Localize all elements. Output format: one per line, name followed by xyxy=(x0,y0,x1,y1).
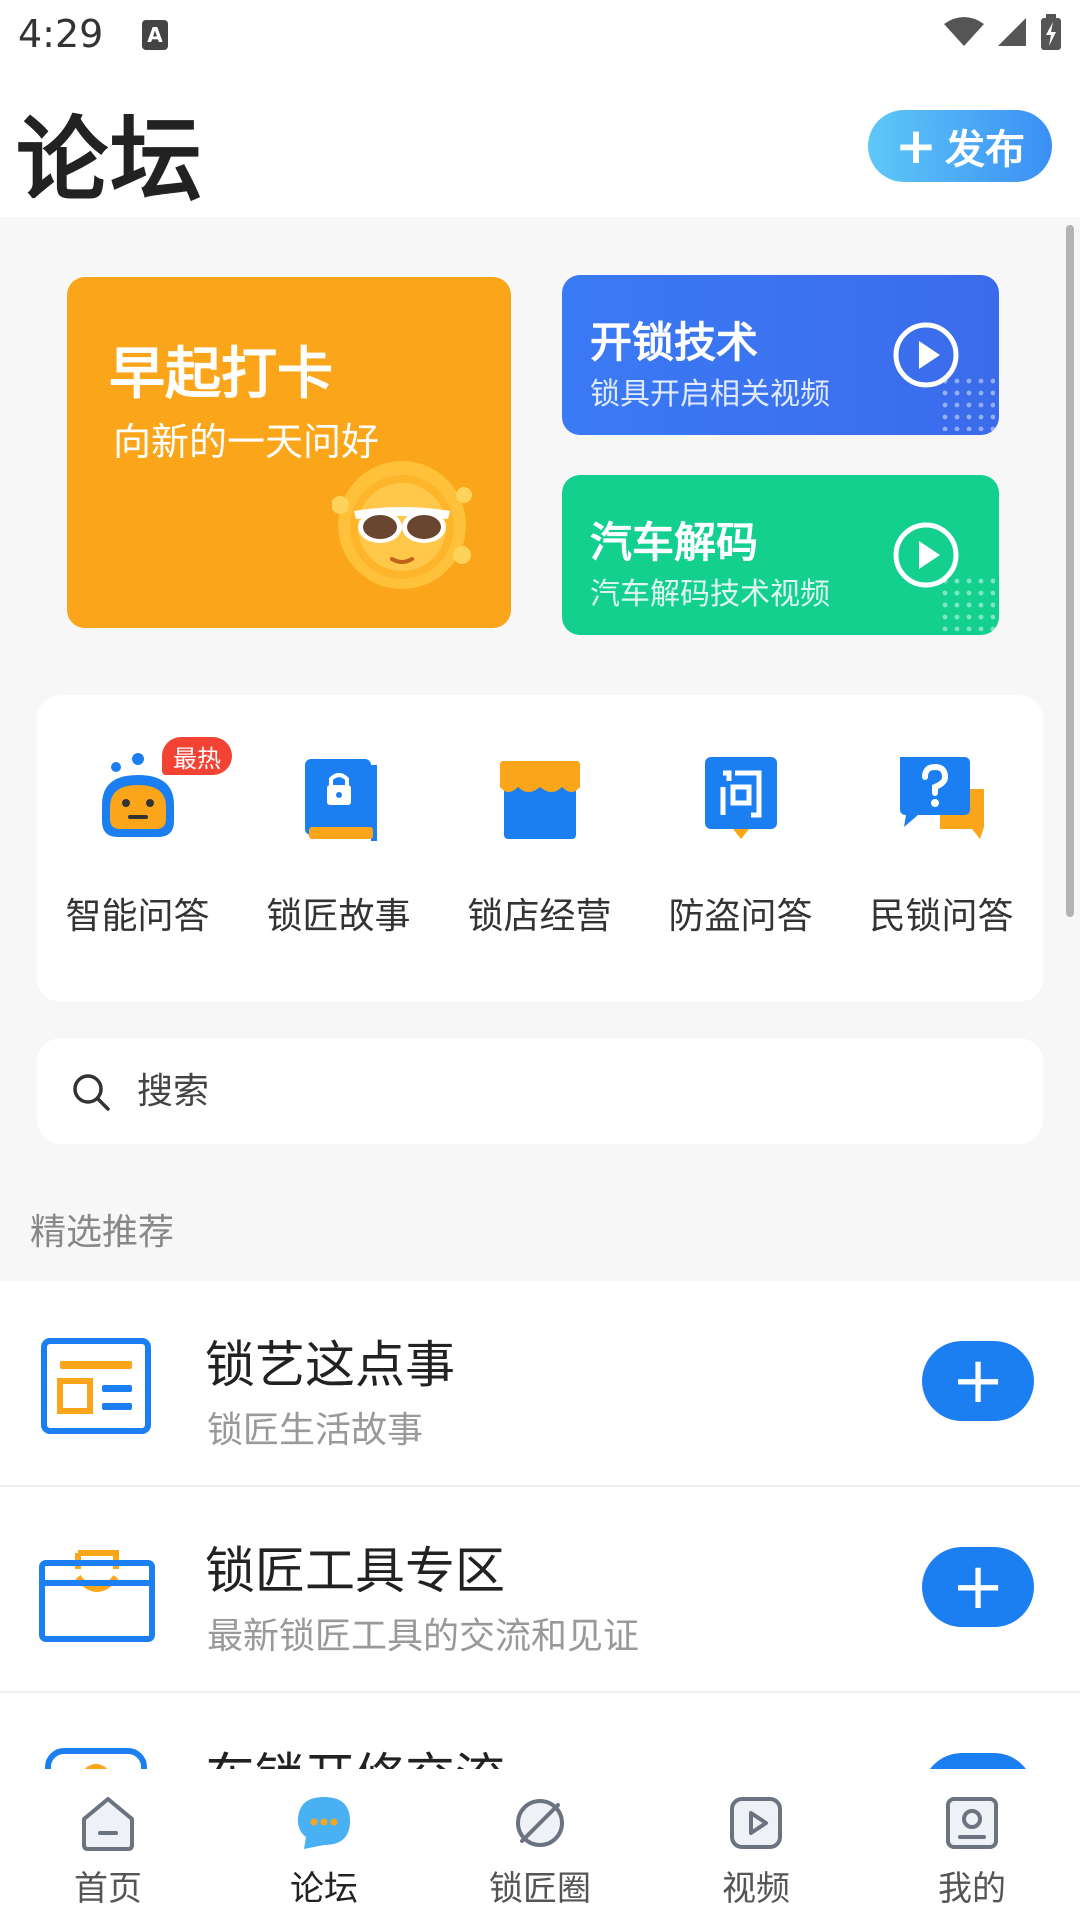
forum-title: 锁艺这点事 xyxy=(205,1336,455,1394)
news-card-icon xyxy=(41,1338,151,1434)
nav-video[interactable]: 视频 xyxy=(648,1769,864,1920)
section-title: 精选推荐 xyxy=(30,1212,175,1253)
lock-book-icon xyxy=(304,759,377,841)
nav-label: 首页 xyxy=(74,1869,142,1909)
forum-title: 车锁开修交流 xyxy=(205,1737,505,1769)
unlock-tech-card[interactable]: 开锁技术 锁具开启相关视频 xyxy=(562,275,999,435)
category-label: 民锁问答 xyxy=(869,896,1014,937)
nav-profile[interactable]: 我的 xyxy=(864,1769,1080,1920)
join-button[interactable]: + xyxy=(922,1547,1034,1627)
join-button[interactable]: + xyxy=(922,1341,1034,1421)
home-icon xyxy=(82,1797,134,1851)
search-input[interactable] xyxy=(137,1062,997,1120)
nav-forum[interactable]: 论坛 xyxy=(216,1769,432,1920)
publish-label: 发布 xyxy=(944,127,1025,173)
nav-label: 锁匠圈 xyxy=(489,1869,591,1909)
signal-icon xyxy=(998,18,1026,46)
category-smart-qa[interactable]: 最热 智能问答 xyxy=(37,695,238,1002)
category-label: 锁店经营 xyxy=(467,896,612,937)
search-icon xyxy=(73,1074,110,1111)
help-bubble-icon xyxy=(899,757,984,839)
forum-subtitle: 最新锁匠工具的交流和见证 xyxy=(207,1616,640,1657)
category-antitheft-qa[interactable]: 防盗问答 xyxy=(640,695,841,1002)
bottom-navigation: 首页 论坛 锁匠圈 视频 我的 xyxy=(0,1769,1080,1920)
plus-icon: + xyxy=(951,1344,1005,1418)
sun-sunglasses-icon xyxy=(332,461,472,589)
nav-label: 我的 xyxy=(938,1869,1006,1909)
wifi-icon xyxy=(944,17,984,46)
nav-home[interactable]: 首页 xyxy=(0,1769,216,1920)
category-shop-management[interactable]: 锁店经营 xyxy=(439,695,640,1002)
forum-title: 锁匠工具专区 xyxy=(205,1542,505,1600)
nav-label: 视频 xyxy=(722,1869,790,1909)
plus-icon: + xyxy=(951,1761,1005,1769)
category-label: 防盗问答 xyxy=(668,896,813,937)
join-button[interactable]: + xyxy=(922,1753,1034,1769)
forum-chat-icon xyxy=(298,1797,350,1849)
nav-locksmith-circle[interactable]: 锁匠圈 xyxy=(432,1769,648,1920)
car-lock-icon xyxy=(45,1748,147,1769)
battery-icon xyxy=(1041,14,1061,50)
category-label: 锁匠故事 xyxy=(266,896,411,937)
status-bar: 4:29 A xyxy=(0,0,1080,74)
nav-label: 论坛 xyxy=(290,1869,358,1909)
category-panel: 最热 智能问答 锁匠故事 锁店经营 防盗问答 民锁问答 xyxy=(37,695,1043,1002)
decorative-dots xyxy=(939,575,995,631)
list-item[interactable]: 锁艺这点事 锁匠生活故事 + xyxy=(0,1281,1080,1487)
planet-icon xyxy=(516,1799,564,1847)
forum-list: 锁艺这点事 锁匠生活故事 + 锁匠工具专区 最新锁匠工具的交流和见证 + 车锁开… xyxy=(0,1281,1080,1769)
forum-subtitle: 锁匠生活故事 xyxy=(207,1410,424,1451)
car-decode-card[interactable]: 汽车解码 汽车解码技术视频 xyxy=(562,475,999,635)
page-title: 论坛 xyxy=(16,107,205,214)
video-play-icon xyxy=(730,1797,782,1849)
publish-button[interactable]: + 发布 xyxy=(868,110,1052,182)
list-item[interactable]: 车锁开修交流 + xyxy=(0,1693,1080,1769)
unlock-card-subtitle: 锁具开启相关视频 xyxy=(590,377,830,412)
morning-card-title: 早起打卡 xyxy=(109,342,333,407)
hot-badge: 最热 xyxy=(162,737,232,775)
profile-icon xyxy=(946,1797,998,1849)
category-civil-lock-qa[interactable]: 民锁问答 xyxy=(841,695,1042,1002)
search-bar[interactable] xyxy=(37,1038,1043,1144)
car-card-subtitle: 汽车解码技术视频 xyxy=(590,577,830,612)
decorative-dots xyxy=(939,375,995,431)
plus-icon: + xyxy=(951,1550,1005,1624)
category-label: 智能问答 xyxy=(65,896,210,937)
question-chat-icon xyxy=(704,757,777,839)
notification-app-icon: A xyxy=(142,20,168,50)
toolbox-icon xyxy=(39,1550,155,1642)
category-locksmith-story[interactable]: 锁匠故事 xyxy=(238,695,439,1002)
storefront-icon xyxy=(499,761,580,839)
plus-icon: + xyxy=(895,117,937,175)
app-header: 论坛 + 发布 xyxy=(0,74,1080,217)
list-item[interactable]: 锁匠工具专区 最新锁匠工具的交流和见证 + xyxy=(0,1487,1080,1693)
unlock-card-title: 开锁技术 xyxy=(590,318,759,367)
morning-checkin-card[interactable]: 早起打卡 向新的一天问好 xyxy=(67,277,511,628)
car-card-title: 汽车解码 xyxy=(590,518,759,567)
scrollbar[interactable] xyxy=(1066,225,1074,917)
status-time: 4:29 xyxy=(18,12,104,56)
status-icons xyxy=(944,14,1062,50)
main-content[interactable]: 早起打卡 向新的一天问好 开锁技术 锁具开启相关视频 汽车解码 汽车解码技术视频… xyxy=(0,217,1080,1769)
